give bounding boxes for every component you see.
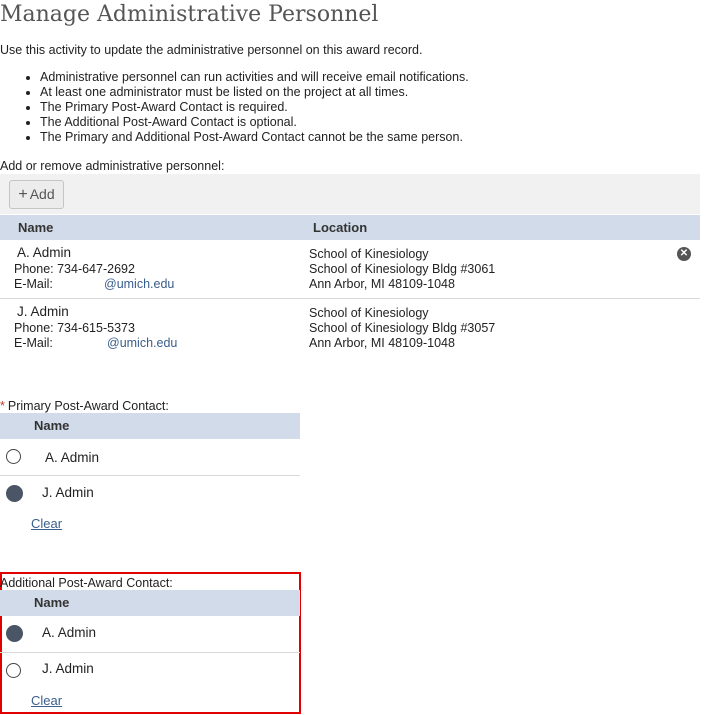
- personnel-label: Add or remove administrative personnel:: [0, 159, 225, 173]
- person-phone: Phone: 734-647-2692: [14, 262, 135, 276]
- primary-contact-option-a-admin[interactable]: A. Admin: [0, 439, 300, 476]
- primary-contact-label-text: Primary Post-Award Contact:: [7, 399, 169, 413]
- additional-contact-header: Name: [0, 590, 300, 616]
- add-button[interactable]: + Add: [9, 180, 64, 209]
- personnel-toolbar: + Add: [0, 174, 700, 214]
- primary-clear-link[interactable]: Clear: [31, 516, 62, 531]
- primary-contact-option-j-admin[interactable]: J. Admin: [0, 476, 300, 512]
- instruction-item: At least one administrator must be liste…: [40, 85, 469, 100]
- location-line: School of Kinesiology Bldg #3057: [309, 321, 496, 335]
- location-line: School of Kinesiology: [309, 247, 429, 261]
- additional-clear-link[interactable]: Clear: [31, 693, 62, 708]
- close-circle-icon[interactable]: ✕: [677, 247, 691, 261]
- add-button-label: Add: [29, 185, 55, 202]
- table-row: J. Admin Phone: 734-615-5373 E-Mail: @umi…: [0, 299, 700, 357]
- location-line: Ann Arbor, MI 48109-1048: [309, 336, 455, 350]
- radio-unchecked[interactable]: [6, 449, 21, 464]
- intro-text: Use this activity to update the administ…: [0, 43, 423, 57]
- instruction-item: The Primary Post-Award Contact is requir…: [40, 100, 469, 115]
- instruction-item: The Additional Post-Award Contact is opt…: [40, 115, 469, 130]
- person-name: J. Admin: [17, 304, 69, 319]
- primary-contact-header: Name: [0, 413, 300, 439]
- person-phone: Phone: 734-615-5373: [14, 321, 135, 335]
- person-email: E-Mail: @umich.edu: [14, 336, 177, 350]
- radio-checked[interactable]: [6, 485, 23, 502]
- plus-icon: +: [18, 185, 28, 203]
- person-name: A. Admin: [17, 245, 72, 260]
- instruction-item: The Primary and Additional Post-Award Co…: [40, 130, 469, 145]
- column-header-name: Name: [18, 220, 54, 235]
- table-row: A. Admin Phone: 734-647-2692 E-Mail: @umi…: [0, 240, 700, 299]
- option-label: A. Admin: [42, 625, 97, 640]
- email-value[interactable]: @umich.edu: [107, 336, 177, 350]
- radio-unchecked[interactable]: [6, 663, 21, 678]
- email-label: E-Mail:: [14, 277, 53, 291]
- personnel-table-header: Name Location: [0, 215, 700, 240]
- column-header-name: Name: [34, 418, 70, 433]
- option-label: J. Admin: [42, 485, 94, 500]
- person-location: School of Kinesiology School of Kinesiol…: [309, 306, 495, 351]
- location-line: Ann Arbor, MI 48109-1048: [309, 277, 455, 291]
- location-line: School of Kinesiology: [309, 306, 429, 320]
- person-email: E-Mail: @umich.edu: [14, 277, 174, 291]
- person-location: School of Kinesiology School of Kinesiol…: [309, 247, 495, 292]
- page-title: Manage Administrative Personnel: [0, 2, 379, 27]
- radio-checked[interactable]: [6, 625, 23, 642]
- instruction-item: Administrative personnel can run activit…: [40, 70, 469, 85]
- option-label: A. Admin: [45, 450, 100, 465]
- column-header-location: Location: [313, 220, 368, 235]
- additional-contact-label: Additional Post-Award Contact:: [0, 576, 173, 590]
- location-line: School of Kinesiology Bldg #3061: [309, 262, 496, 276]
- email-value[interactable]: @umich.edu: [104, 277, 174, 291]
- option-label: J. Admin: [42, 661, 94, 676]
- email-label: E-Mail:: [14, 336, 53, 350]
- primary-contact-label: * Primary Post-Award Contact:: [0, 399, 169, 413]
- column-header-name: Name: [34, 595, 70, 610]
- additional-contact-option-a-admin[interactable]: A. Admin: [0, 616, 300, 653]
- instructions-list: Administrative personnel can run activit…: [0, 70, 469, 145]
- required-mark: *: [0, 399, 5, 413]
- additional-contact-option-j-admin[interactable]: J. Admin: [0, 653, 300, 689]
